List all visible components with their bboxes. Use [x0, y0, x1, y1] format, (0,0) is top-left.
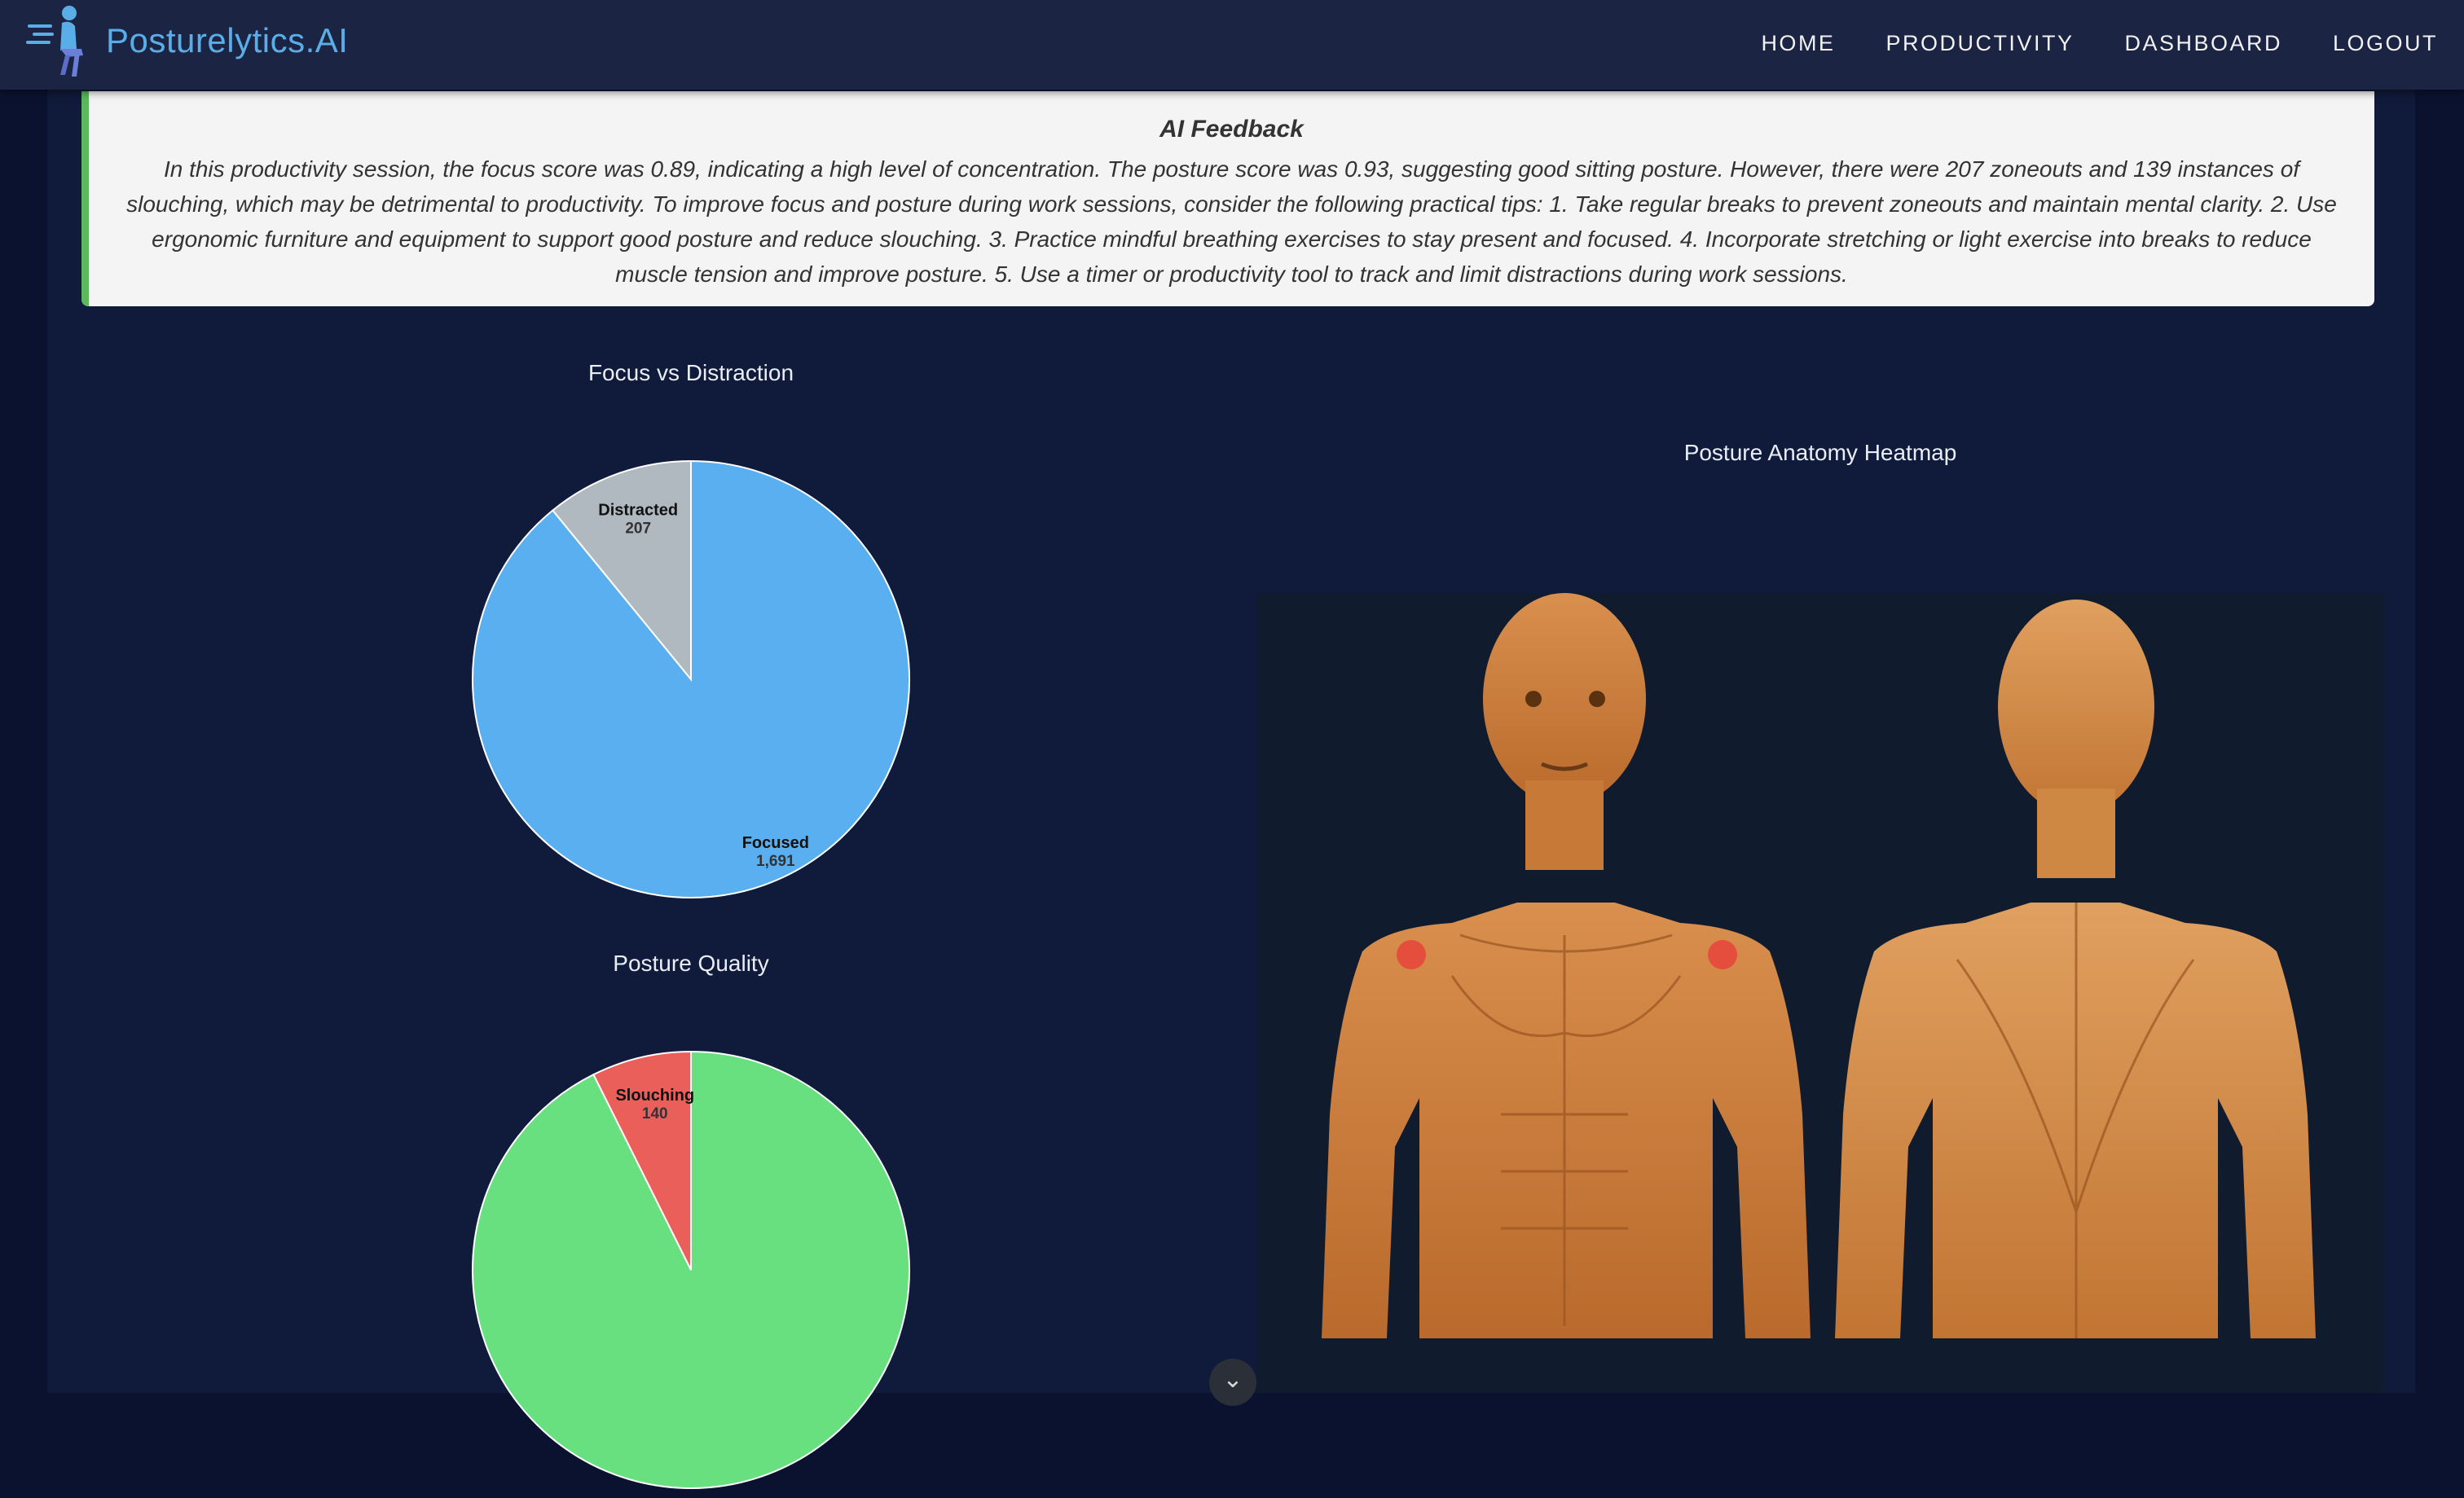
posture-chart-title: Posture Quality: [613, 951, 769, 976]
pie-label-distracted: Distracted: [598, 501, 678, 519]
nav-home-link[interactable]: HOME: [1761, 31, 1835, 56]
back-body-figure: [1835, 600, 2316, 1338]
brand[interactable]: Posturelytics.AI: [24, 0, 348, 81]
posture-pie-chart: Slouching140: [472, 1050, 910, 1489]
pie-label-focused: Focused: [742, 834, 809, 852]
heatmap-title: Posture Anatomy Heatmap: [1683, 440, 1957, 465]
front-body-figure: [1322, 593, 1811, 1338]
nav-dashboard-link[interactable]: DASHBOARD: [2124, 31, 2282, 56]
main-content: AI Feedback In this productivity session…: [47, 88, 2415, 1489]
anatomy-heatmap-panel: [1256, 593, 2384, 1393]
chevron-down-icon: ⌄: [1222, 1366, 1243, 1393]
heatmap-hotspot-right-shoulder: [1708, 940, 1737, 969]
scroll-down-button[interactable]: ⌄: [1209, 1359, 1256, 1406]
focus-pie-chart: Focused1,691 Distracted207: [472, 459, 910, 898]
focus-chart-title: Focus vs Distraction: [587, 360, 794, 385]
pie-value-distracted: 207: [625, 520, 651, 537]
brand-name: Posturelytics.AI: [106, 21, 349, 59]
top-navbar: Posturelytics.AI HOME PRODUCTIVITY DASHB…: [0, 0, 2464, 90]
pie-value-focused: 1,691: [756, 853, 795, 870]
pie-label-slouching: Slouching: [615, 1087, 694, 1105]
ai-feedback-card: AI Feedback In this productivity session…: [81, 91, 2374, 306]
feedback-body: In this productivity session, the focus …: [126, 156, 2337, 287]
heatmap-hotspot-left-shoulder: [1397, 940, 1426, 969]
pie-value-slouching: 140: [642, 1105, 668, 1122]
anatomy-heatmap-image: [1322, 593, 2316, 1338]
nav-productivity-link[interactable]: PRODUCTIVITY: [1885, 31, 2074, 56]
feedback-title: AI Feedback: [1159, 116, 1304, 143]
nav-logout-link[interactable]: LOGOUT: [2333, 31, 2438, 56]
posture-logo-icon: [26, 6, 83, 77]
nav-links: HOME PRODUCTIVITY DASHBOARD LOGOUT: [1710, 0, 2438, 86]
